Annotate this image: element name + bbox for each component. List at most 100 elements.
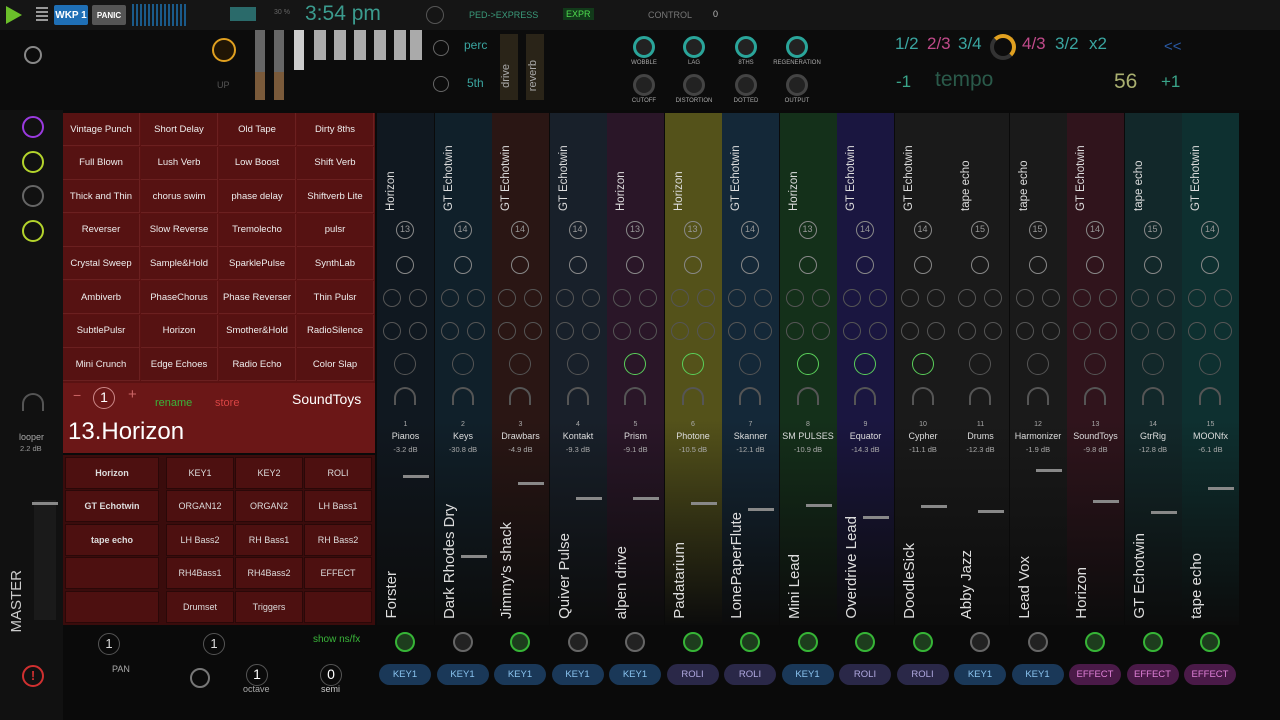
- headphones-icon[interactable]: [911, 387, 934, 405]
- show-ns-fx[interactable]: show ns/fx: [313, 634, 360, 645]
- key-slot[interactable]: KEY1: [166, 457, 234, 489]
- fx-preset[interactable]: Ambiverb: [63, 281, 140, 314]
- channel-mute-button[interactable]: [625, 632, 645, 652]
- channel-input-pill[interactable]: KEY1: [781, 664, 834, 685]
- fx-preset[interactable]: Thick and Thin: [63, 180, 140, 214]
- drawbar-4[interactable]: [314, 30, 326, 60]
- fx-preset[interactable]: Mini Crunch: [63, 348, 140, 382]
- fx-preset[interactable]: PhaseChorus: [141, 281, 218, 314]
- send-icon[interactable]: [394, 353, 416, 375]
- channel-mute-button[interactable]: [452, 632, 473, 652]
- preset-number[interactable]: 1: [93, 387, 115, 409]
- pan-knob[interactable]: [683, 256, 702, 274]
- pan-knob[interactable]: [396, 256, 414, 274]
- ear-icon[interactable]: [1156, 322, 1175, 340]
- ear-icon[interactable]: [639, 322, 657, 340]
- fx-preset[interactable]: Short Delay: [141, 113, 218, 146]
- f-icon[interactable]: [409, 289, 427, 307]
- volume-fader[interactable]: [920, 505, 947, 508]
- send-icon[interactable]: [969, 353, 991, 375]
- fx-preset[interactable]: Dirty 8ths: [297, 113, 374, 146]
- ear-icon[interactable]: [581, 322, 600, 340]
- key-slot[interactable]: LH Bass2: [166, 523, 234, 556]
- fx-preset[interactable]: Vintage Punch: [63, 113, 140, 146]
- f-icon[interactable]: [1041, 289, 1060, 307]
- fx-preset[interactable]: Edge Echoes: [141, 348, 218, 382]
- perc-toggle-icon[interactable]: [433, 40, 449, 56]
- fx-preset[interactable]: Tremolecho: [219, 213, 296, 247]
- volume-fader[interactable]: [748, 508, 774, 511]
- channel-num-circle[interactable]: 13: [396, 221, 414, 239]
- channel-num-circle[interactable]: 14: [741, 221, 759, 239]
- pan-knob[interactable]: [1201, 256, 1219, 274]
- rename-button[interactable]: rename: [155, 397, 192, 409]
- sync-icon[interactable]: [670, 289, 689, 307]
- sync-icon[interactable]: [1015, 289, 1034, 307]
- channel-num-circle[interactable]: 13: [798, 221, 817, 239]
- insert-slot[interactable]: [65, 557, 159, 590]
- key-slot[interactable]: RH Bass2: [304, 523, 372, 556]
- volume-fader[interactable]: [633, 497, 659, 500]
- hand-icon[interactable]: [728, 322, 746, 340]
- sync-icon[interactable]: [440, 289, 459, 307]
- ear-icon[interactable]: [1099, 322, 1117, 340]
- ped-express[interactable]: PED->EXPRESS: [469, 10, 538, 20]
- key-slot[interactable]: Drumset: [166, 590, 234, 623]
- channel-input-pill[interactable]: ROLI: [666, 664, 719, 685]
- channel-mute-button[interactable]: [682, 632, 703, 652]
- volume-fader[interactable]: [1093, 500, 1119, 503]
- headphones-icon[interactable]: [394, 387, 416, 405]
- volume-fader[interactable]: [575, 497, 602, 500]
- send-icon[interactable]: [1026, 353, 1049, 375]
- drawbar-5[interactable]: [334, 30, 346, 60]
- headphones-icon[interactable]: [969, 387, 991, 405]
- pan-knob[interactable]: [626, 256, 644, 274]
- f-icon[interactable]: [754, 289, 772, 307]
- channel-input-pill[interactable]: KEY1: [436, 664, 489, 685]
- knob-2[interactable]: [683, 36, 705, 58]
- key-slot[interactable]: RH Bass1: [235, 523, 303, 556]
- sync-icon[interactable]: [1130, 289, 1149, 307]
- semi-value[interactable]: 0: [320, 664, 342, 686]
- volume-fader[interactable]: [805, 504, 832, 507]
- knob-8[interactable]: [786, 74, 808, 96]
- fx-preset[interactable]: Old Tape: [219, 113, 296, 146]
- tempo-ratio-6[interactable]: x2: [1089, 34, 1107, 54]
- alert-icon[interactable]: !: [22, 665, 44, 687]
- channel-num-circle[interactable]: 14: [453, 221, 472, 239]
- tempo-ratio-1[interactable]: 1/2: [895, 34, 919, 54]
- ear-icon[interactable]: [869, 322, 887, 340]
- knob-6[interactable]: [683, 74, 705, 96]
- drawbar-3[interactable]: [294, 30, 304, 70]
- menu-icon[interactable]: [36, 7, 48, 23]
- drawbar-9[interactable]: [410, 30, 422, 60]
- hand-icon[interactable]: [613, 322, 631, 340]
- key-slot[interactable]: ORGAN2: [235, 490, 303, 523]
- knob-3[interactable]: [735, 36, 757, 58]
- fx-preset[interactable]: Full Blown: [63, 146, 140, 180]
- bottom-num2[interactable]: 1: [203, 633, 225, 655]
- send-icon[interactable]: [1084, 353, 1106, 375]
- headphones-icon[interactable]: [796, 387, 819, 405]
- fx-preset[interactable]: Shift Verb: [297, 146, 374, 180]
- key-slot[interactable]: [304, 590, 372, 623]
- key-slot[interactable]: RH4Bass2: [235, 557, 303, 590]
- channel-num-circle[interactable]: 14: [1086, 221, 1104, 239]
- send-icon[interactable]: [451, 353, 474, 375]
- insert-slot[interactable]: GT Echotwin: [65, 490, 159, 523]
- hand-icon[interactable]: [900, 322, 919, 340]
- hand-icon[interactable]: [383, 322, 401, 340]
- master-fader-track[interactable]: [34, 500, 56, 620]
- fx-preset[interactable]: Low Boost: [219, 146, 296, 180]
- channel-num-circle[interactable]: 15: [1028, 221, 1047, 239]
- channel-input-pill[interactable]: EFFECT: [1184, 664, 1236, 685]
- channel-input-pill[interactable]: KEY1: [494, 664, 546, 685]
- channel-input-pill[interactable]: KEY1: [1011, 664, 1064, 685]
- channel-num-circle[interactable]: 14: [913, 221, 932, 239]
- fx-preset[interactable]: phase delay: [219, 180, 296, 214]
- hand-icon[interactable]: [440, 322, 459, 340]
- fx-preset[interactable]: SparklePulse: [219, 247, 296, 281]
- headphones-icon[interactable]: [1084, 387, 1106, 405]
- tempo-prev[interactable]: <<: [1164, 38, 1182, 55]
- master-fader[interactable]: [32, 502, 58, 505]
